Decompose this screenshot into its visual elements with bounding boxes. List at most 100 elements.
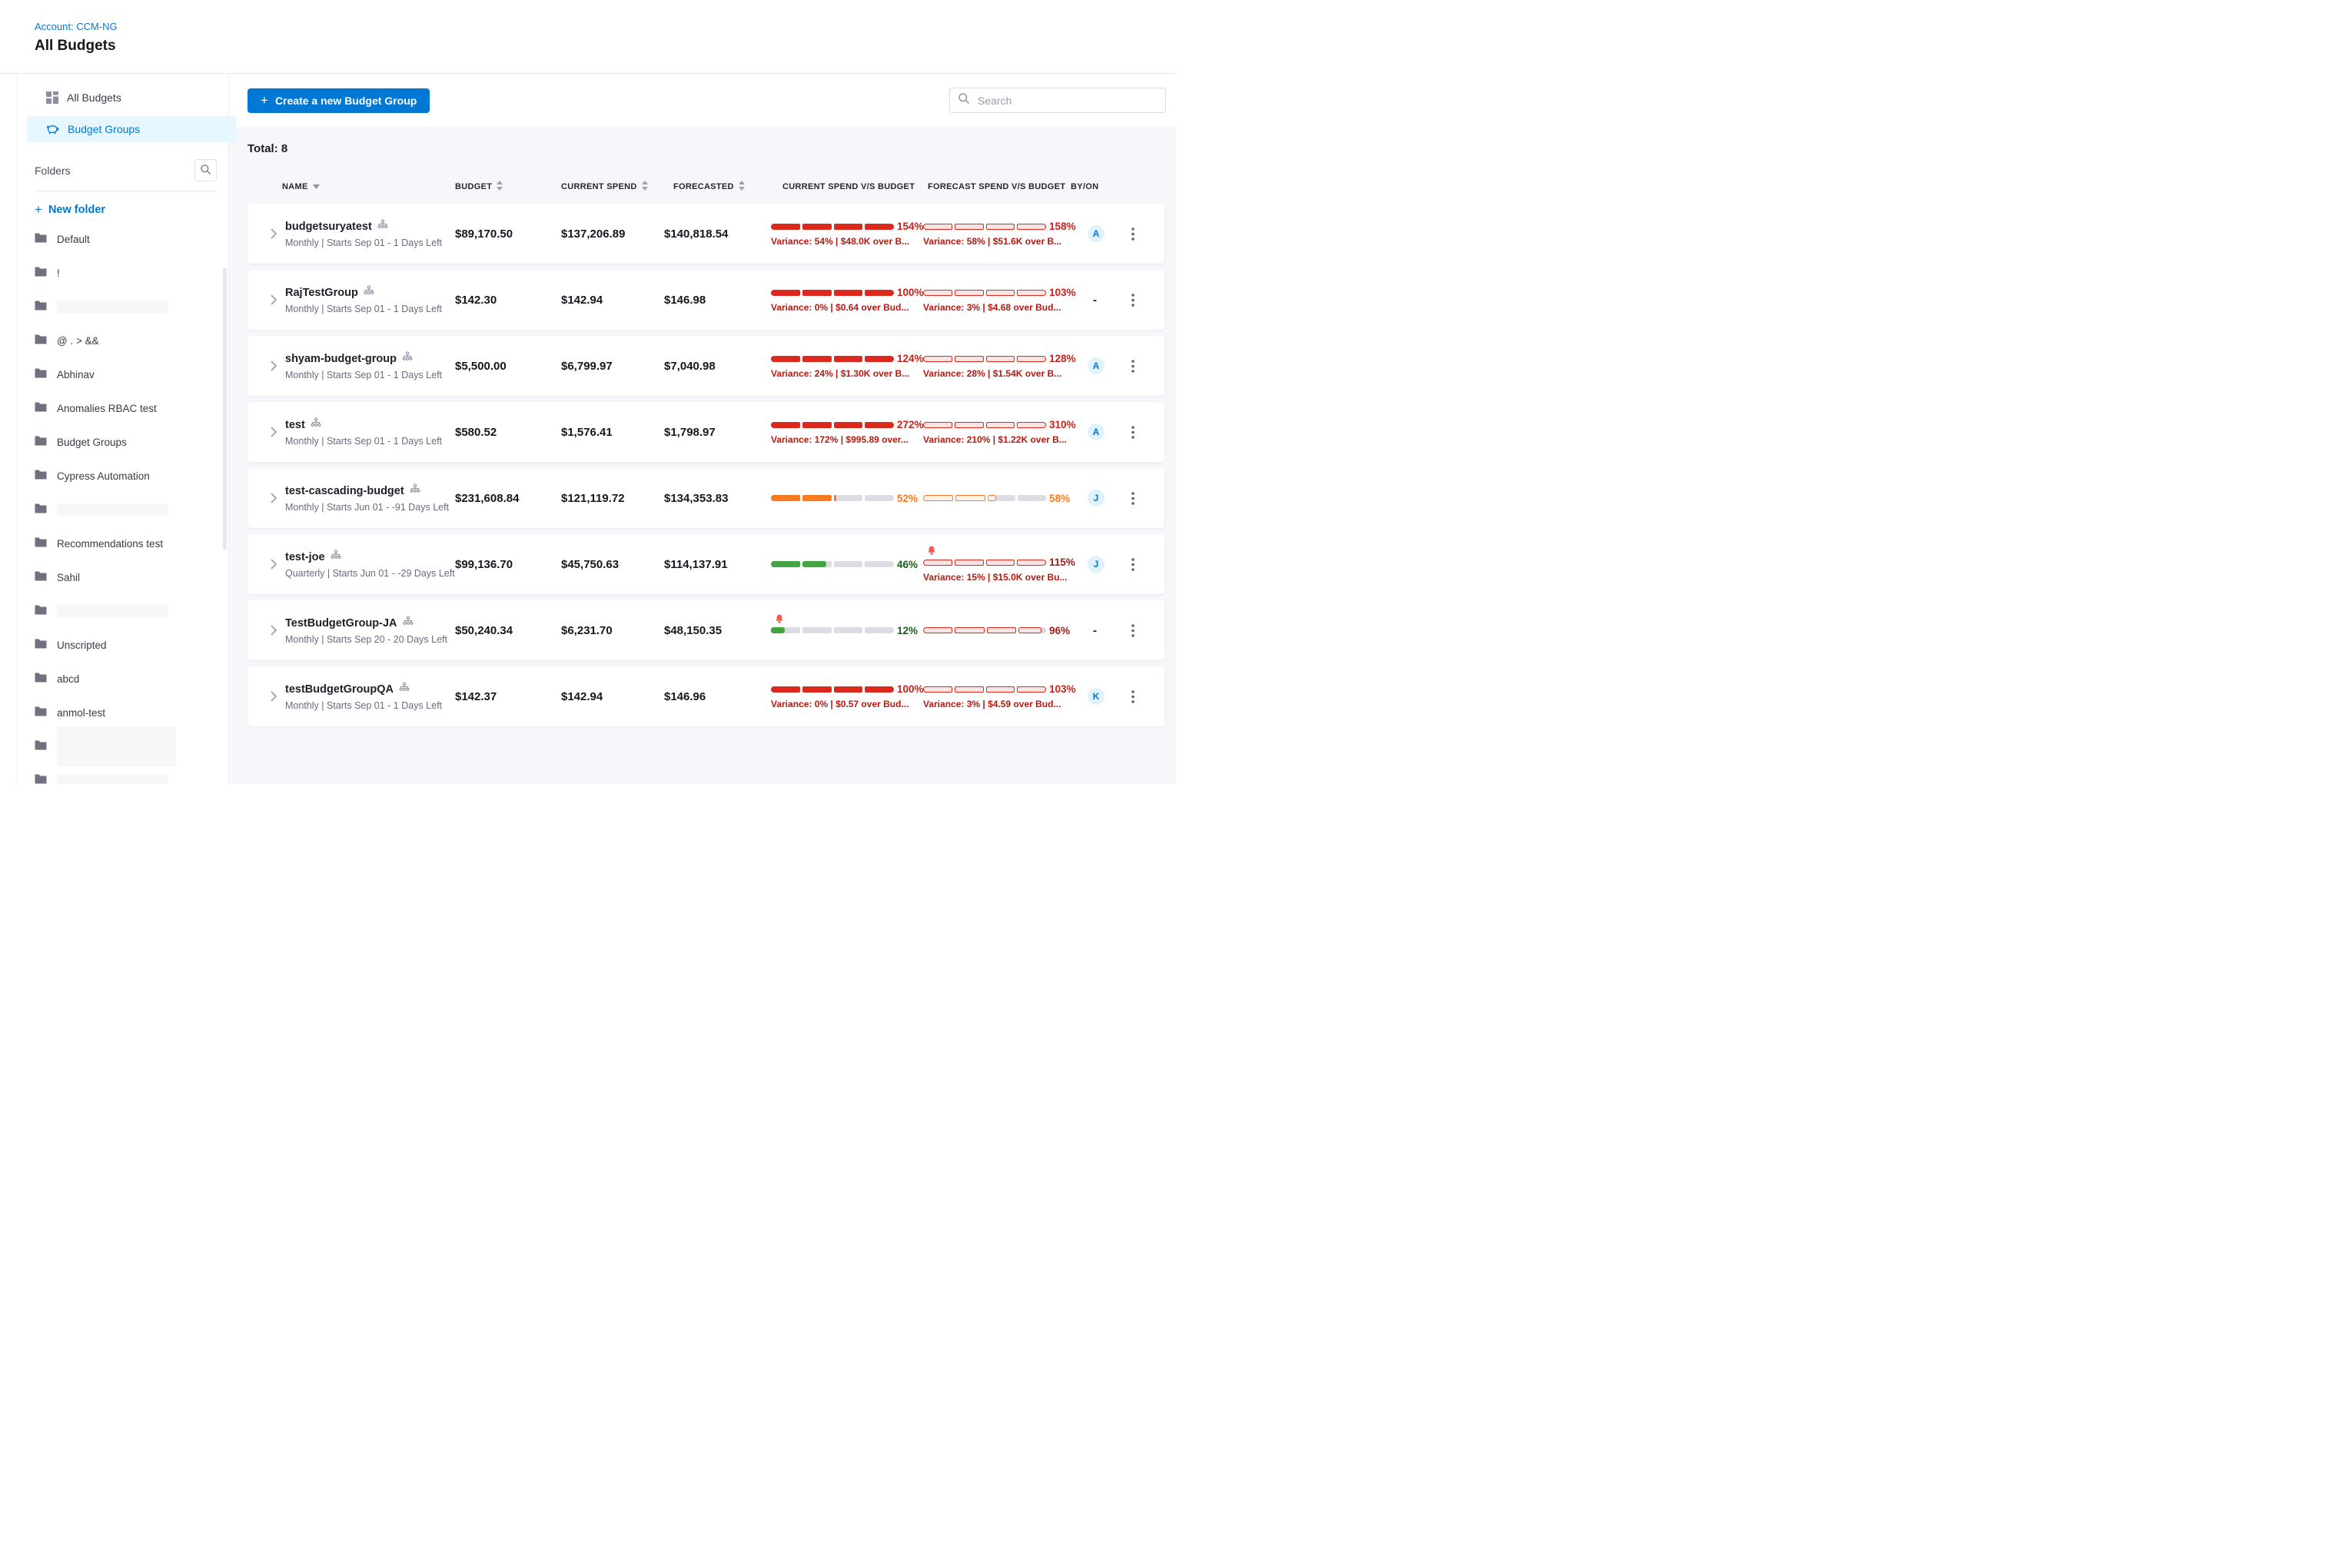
avatar: J — [1088, 556, 1105, 573]
search-box — [949, 88, 1166, 113]
folder-icon — [35, 334, 47, 347]
folder-item[interactable] — [35, 772, 228, 784]
column-header-budget[interactable]: BUDGET — [455, 181, 561, 193]
redacted-folder-name — [57, 301, 168, 314]
forecast-vs-budget-cell: 128%Variance: 28% | $1.54K over B... — [923, 353, 1081, 379]
new-folder-button[interactable]: + New folder — [35, 203, 228, 216]
forecast-spend-bar — [923, 560, 1046, 566]
folder-item[interactable]: Sahil — [35, 570, 228, 585]
table-row: test-cascading-budget Monthly | Starts J… — [247, 468, 1164, 528]
forecast-vs-budget-cell: 310%Variance: 210% | $1.22K over B... — [923, 419, 1081, 445]
folder-item[interactable]: anmol-test — [35, 705, 228, 720]
budget-group-name[interactable]: TestBudgetGroup-JA — [285, 617, 397, 630]
budget-group-name[interactable]: testBudgetGroupQA — [285, 683, 394, 696]
row-menu-button[interactable] — [1128, 357, 1138, 376]
forecast-spend-bar — [923, 495, 1046, 501]
folder-item[interactable]: @ . > && — [35, 333, 228, 348]
row-menu-button[interactable] — [1128, 687, 1138, 706]
folder-item[interactable]: Anomalies RBAC test — [35, 400, 228, 416]
forecasted-value: $134,353.83 — [664, 492, 771, 505]
spend-percentage-label: 103% — [1049, 683, 1076, 695]
budget-group-name[interactable]: test-joe — [285, 551, 325, 563]
current-spend-value: $142.94 — [561, 690, 664, 703]
folder-item[interactable] — [35, 299, 228, 314]
folder-item[interactable]: Budget Groups — [35, 434, 228, 450]
folders-search-button[interactable] — [194, 159, 217, 181]
budget-group-name[interactable]: budgetsuryatest — [285, 221, 372, 233]
row-expand-chevron[interactable] — [271, 294, 277, 305]
by-on-cell: K — [1081, 688, 1125, 705]
folder-name: Sahil — [57, 572, 80, 583]
budget-group-name[interactable]: shyam-budget-group — [285, 353, 397, 365]
by-on-cell: J — [1081, 490, 1125, 507]
budget-group-name[interactable]: test-cascading-budget — [285, 485, 404, 497]
by-on-cell: - — [1081, 294, 1125, 307]
folder-item[interactable]: Default — [35, 231, 228, 247]
row-expand-chevron[interactable] — [271, 625, 277, 636]
avatar: J — [1088, 490, 1105, 507]
table-row: TestBudgetGroup-JA Monthly | Starts Sep … — [247, 600, 1164, 660]
avatar: A — [1088, 424, 1105, 440]
column-header-current-spend[interactable]: CURRENT SPEND — [561, 181, 664, 193]
forecasted-value: $146.96 — [664, 690, 771, 703]
account-breadcrumb-link[interactable]: Account: CCM-NG — [35, 21, 118, 32]
folder-item[interactable]: Recommendations test — [35, 536, 228, 551]
column-header-forecasted[interactable]: FORECASTED — [664, 181, 771, 193]
spend-percentage-label: 124% — [897, 353, 924, 364]
row-menu-button[interactable] — [1128, 423, 1138, 442]
hierarchy-icon — [399, 682, 410, 696]
budget-group-name[interactable]: RajTestGroup — [285, 287, 358, 299]
search-input[interactable] — [976, 94, 1158, 108]
forecast-spend-bar — [923, 627, 1046, 633]
spend-percentage-label: 96% — [1049, 625, 1070, 636]
row-menu-button[interactable] — [1128, 555, 1138, 574]
row-menu-button[interactable] — [1128, 291, 1138, 310]
sort-icon — [739, 181, 745, 193]
budget-value: $580.52 — [455, 426, 561, 439]
folder-item[interactable]: Unscripted — [35, 637, 228, 653]
folder-name: Budget Groups — [57, 437, 127, 448]
hierarchy-icon — [364, 285, 374, 300]
current-spend-bar — [771, 422, 894, 428]
row-menu-button[interactable] — [1128, 489, 1138, 508]
spend-percentage-label: 158% — [1049, 221, 1076, 232]
budget-value: $142.37 — [455, 690, 561, 703]
current-spend-bar — [771, 224, 894, 230]
folder-name: ! — [57, 267, 60, 279]
row-menu-button[interactable] — [1128, 224, 1138, 244]
spend-percentage-label: 100% — [897, 287, 924, 298]
row-expand-chevron[interactable] — [271, 493, 277, 503]
row-expand-chevron[interactable] — [271, 559, 277, 570]
current-vs-budget-cell: 52% — [771, 493, 923, 504]
by-on-cell: A — [1081, 357, 1125, 374]
row-expand-chevron[interactable] — [271, 360, 277, 371]
create-budget-group-button[interactable]: + Create a new Budget Group — [247, 88, 430, 113]
folder-icon — [35, 436, 47, 448]
sidebar-item-budget-groups[interactable]: Budget Groups — [27, 116, 236, 142]
piggy-bank-icon — [46, 124, 59, 135]
variance-label: Variance: 28% | $1.54K over B... — [923, 368, 1081, 379]
forecast-vs-budget-cell: 115%Variance: 15% | $15.0K over Bu... — [923, 546, 1081, 583]
forecast-spend-bar — [923, 686, 1046, 693]
row-menu-button[interactable] — [1128, 621, 1138, 640]
folder-item[interactable]: abcd — [35, 671, 228, 686]
folder-item[interactable] — [35, 502, 228, 517]
folder-name: @ . > && — [57, 335, 99, 347]
budget-period: Monthly | Starts Sep 20 - 20 Days Left — [285, 634, 447, 645]
folder-item[interactable]: Abhinav — [35, 367, 228, 382]
row-expand-chevron[interactable] — [271, 228, 277, 239]
folder-item[interactable]: Cypress Automation — [35, 468, 228, 483]
forecast-vs-budget-cell: 103%Variance: 3% | $4.59 over Bud... — [923, 683, 1081, 709]
variance-label: Variance: 24% | $1.30K over B... — [771, 368, 923, 379]
row-expand-chevron[interactable] — [271, 691, 277, 702]
row-expand-chevron[interactable] — [271, 427, 277, 437]
budget-group-name[interactable]: test — [285, 419, 305, 431]
folder-item[interactable] — [35, 739, 228, 754]
folder-item[interactable] — [35, 603, 228, 619]
new-folder-label: New folder — [48, 204, 105, 216]
column-header-name[interactable]: NAME — [247, 182, 455, 191]
sidebar: All Budgets Budget Groups — [0, 74, 229, 784]
folder-item[interactable]: ! — [35, 265, 228, 281]
sidebar-scrollbar[interactable] — [223, 267, 227, 550]
sidebar-item-all-budgets[interactable]: All Budgets — [27, 85, 236, 111]
